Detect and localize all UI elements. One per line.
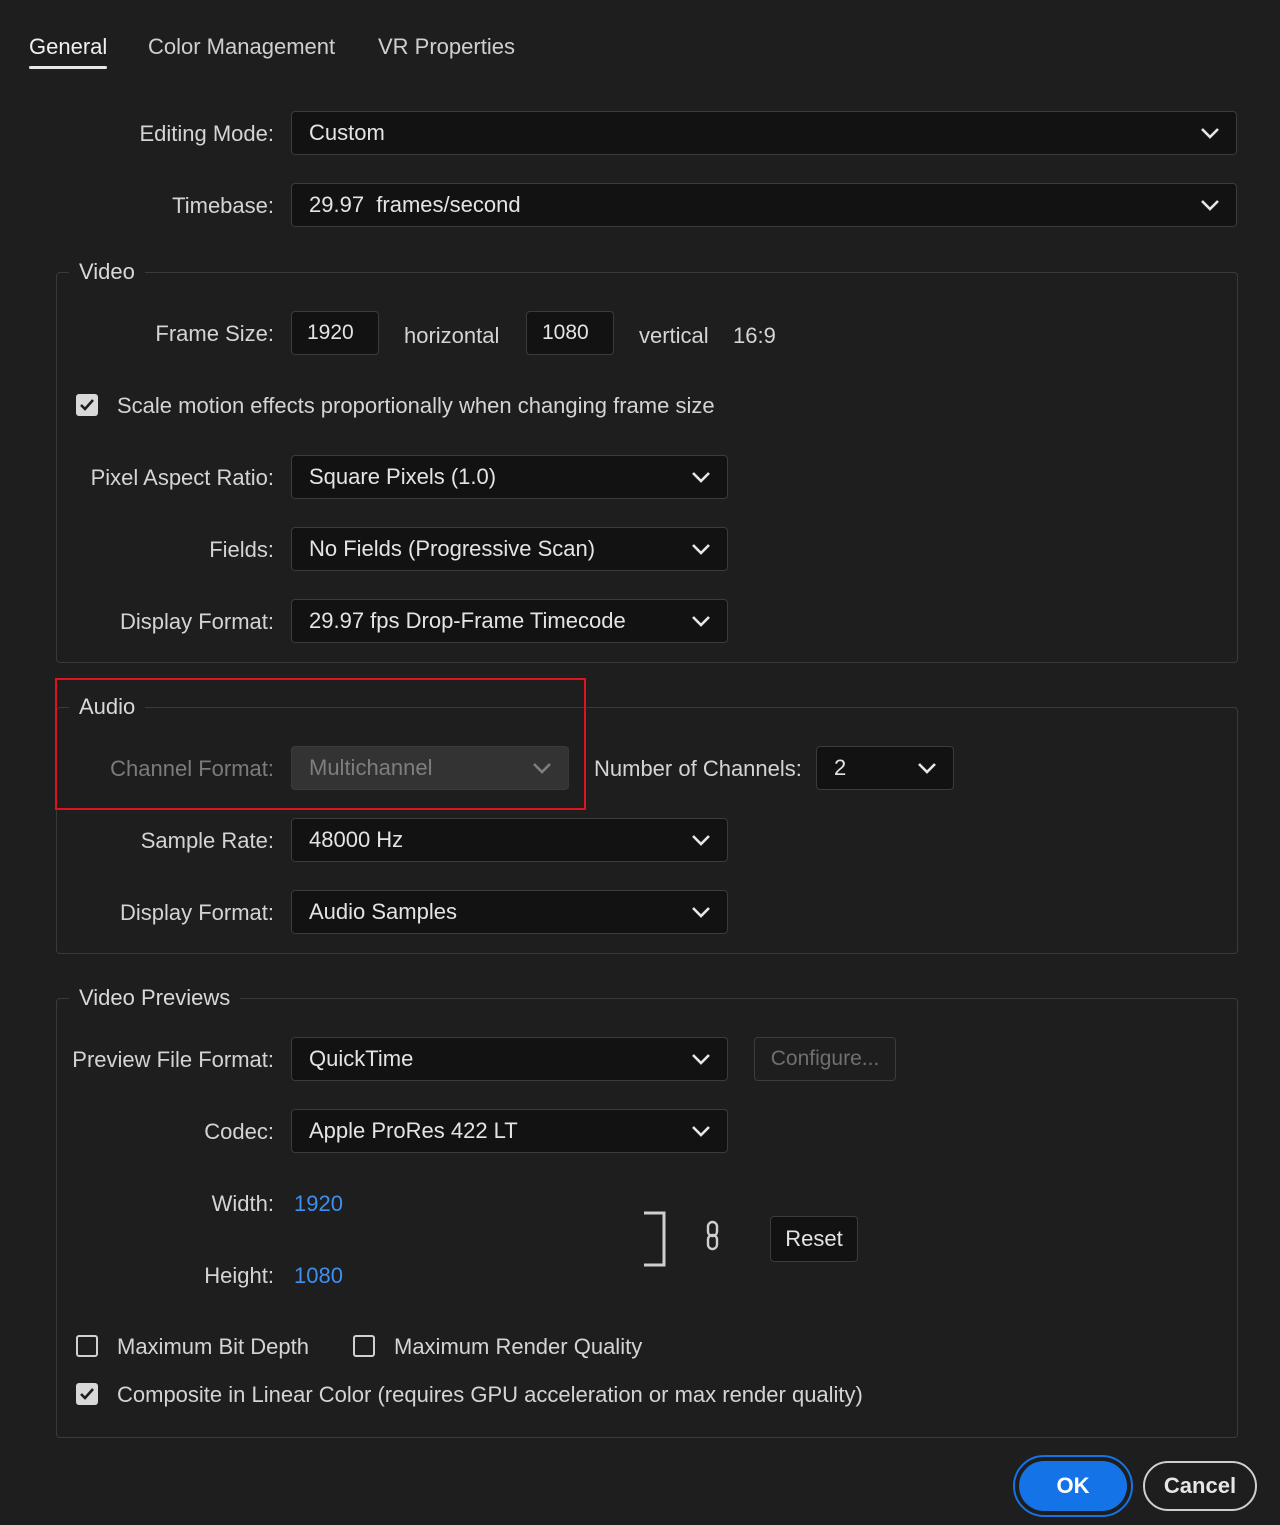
checkmark-icon [80, 1388, 94, 1400]
tab-general[interactable]: General [29, 32, 107, 62]
max-render-quality-checkbox[interactable] [353, 1335, 375, 1357]
fields-value: No Fields (Progressive Scan) [309, 536, 596, 561]
chevron-down-icon [692, 835, 710, 846]
scale-motion-label: Scale motion effects proportionally when… [117, 393, 715, 418]
audio-display-format-value: Audio Samples [309, 899, 457, 924]
sample-rate-value: 48000 Hz [309, 827, 404, 852]
chevron-down-icon [692, 616, 710, 627]
codec-value: Apple ProRes 422 LT [309, 1118, 518, 1143]
reset-button[interactable]: Reset [770, 1216, 858, 1262]
chevron-down-icon [692, 1054, 710, 1065]
highlight-box [55, 678, 586, 810]
chevron-down-icon [692, 907, 710, 918]
number-of-channels-value: 2 [834, 755, 847, 780]
chevron-down-icon [1201, 200, 1219, 211]
pixel-aspect-value: Square Pixels (1.0) [309, 464, 497, 489]
preview-file-format-value: QuickTime [309, 1046, 414, 1071]
linear-color-label: Composite in Linear Color (requires GPU … [117, 1382, 863, 1407]
configure-button[interactable]: Configure... [754, 1037, 896, 1081]
video-display-format-value: 29.97 fps Drop-Frame Timecode [309, 608, 626, 633]
fields-select[interactable]: No Fields (Progressive Scan) [291, 527, 728, 571]
editing-mode-value: Custom [309, 120, 385, 145]
codec-label: Codec: [204, 1119, 274, 1144]
audio-display-format-select[interactable]: Audio Samples [291, 890, 728, 934]
height-label: Height: [204, 1263, 274, 1288]
editing-mode-select[interactable]: Custom [291, 111, 1237, 155]
bracket-icon [644, 1211, 666, 1267]
sample-rate-select[interactable]: 48000 Hz [291, 818, 728, 862]
horizontal-label: horizontal [404, 323, 500, 348]
timebase-value: 29.97 frames/second [309, 192, 521, 217]
timebase-select[interactable]: 29.97 frames/second [291, 183, 1237, 227]
checkmark-icon [80, 399, 94, 411]
vertical-label: vertical [639, 323, 709, 348]
chevron-down-icon [692, 472, 710, 483]
video-previews-legend: Video Previews [69, 983, 241, 1013]
number-of-channels-label: Number of Channels: [594, 756, 802, 781]
fields-label: Fields: [209, 537, 274, 562]
pixel-aspect-label: Pixel Aspect Ratio: [90, 465, 274, 490]
tab-vr-properties[interactable]: VR Properties [378, 32, 515, 62]
video-display-format-label: Display Format: [119, 609, 274, 634]
chevron-down-icon [1201, 128, 1219, 139]
cancel-button[interactable]: Cancel [1143, 1461, 1257, 1511]
active-tab-indicator [29, 66, 107, 69]
codec-select[interactable]: Apple ProRes 422 LT [291, 1109, 728, 1153]
chevron-down-icon [692, 1126, 710, 1137]
pixel-aspect-select[interactable]: Square Pixels (1.0) [291, 455, 728, 499]
ok-button[interactable]: OK [1019, 1461, 1127, 1511]
timebase-label: Timebase: [172, 193, 274, 218]
frame-height-input[interactable]: 1080 [526, 311, 614, 355]
link-icon[interactable] [702, 1219, 724, 1253]
chevron-down-icon [918, 763, 936, 774]
frame-size-label: Frame Size: [155, 321, 274, 346]
sample-rate-label: Sample Rate: [140, 828, 274, 853]
linear-color-checkbox[interactable] [76, 1383, 98, 1405]
max-bit-depth-label: Maximum Bit Depth [117, 1334, 309, 1359]
preview-file-format-select[interactable]: QuickTime [291, 1037, 728, 1081]
audio-display-format-label: Display Format: [119, 900, 274, 925]
width-label: Width: [211, 1191, 274, 1216]
scale-motion-checkbox[interactable] [76, 394, 98, 416]
preview-height-value[interactable]: 1080 [294, 1253, 343, 1299]
video-display-format-select[interactable]: 29.97 fps Drop-Frame Timecode [291, 599, 728, 643]
editing-mode-label: Editing Mode: [139, 121, 274, 146]
number-of-channels-select[interactable]: 2 [816, 746, 954, 790]
chevron-down-icon [692, 544, 710, 555]
video-legend: Video [69, 257, 145, 287]
tab-color-management[interactable]: Color Management [148, 32, 335, 62]
max-render-quality-label: Maximum Render Quality [394, 1334, 643, 1359]
aspect-ratio-text: 16:9 [733, 323, 776, 348]
preview-file-format-label: Preview File Format: [72, 1047, 274, 1072]
max-bit-depth-checkbox[interactable] [76, 1335, 98, 1357]
preview-width-value[interactable]: 1920 [294, 1181, 343, 1227]
frame-width-input[interactable]: 1920 [291, 311, 379, 355]
